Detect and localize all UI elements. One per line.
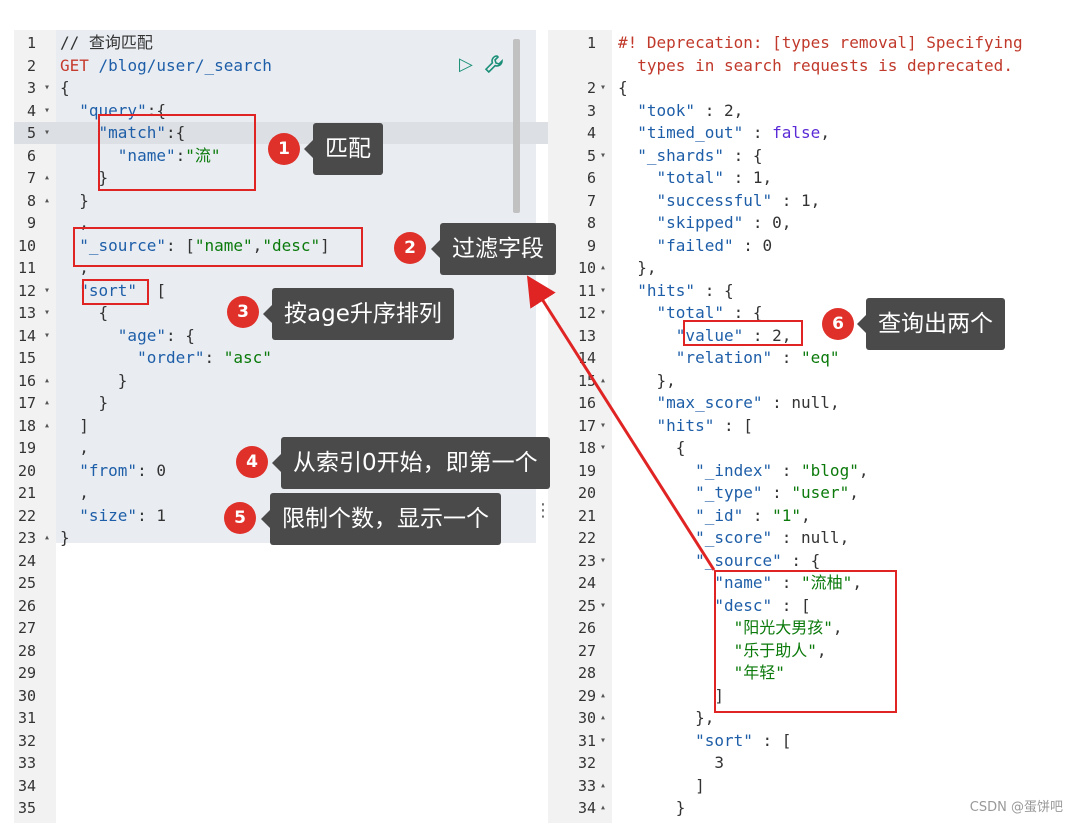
annotation-badge: 3 (227, 296, 259, 328)
annotation-badge: 4 (236, 446, 268, 478)
annotation-callout: 按age升序排列 (263, 288, 454, 340)
annotation-badge: 5 (224, 502, 256, 534)
watermark: CSDN @蛋饼吧 (969, 800, 1063, 815)
annotation-callout: 过滤字段 (431, 223, 556, 275)
annotation-callout: 匹配 (304, 123, 383, 175)
annotation-callout: 查询出两个 (857, 298, 1005, 350)
arrow-annotation (526, 275, 716, 571)
annotation-badge: 2 (394, 232, 426, 264)
annotation-callout: 从索引0开始，即第一个 (272, 437, 550, 489)
annotation-callout: 限制个数，显示一个 (261, 493, 501, 545)
annotation-badge: 1 (268, 133, 300, 165)
annotation-badge: 6 (822, 308, 854, 340)
